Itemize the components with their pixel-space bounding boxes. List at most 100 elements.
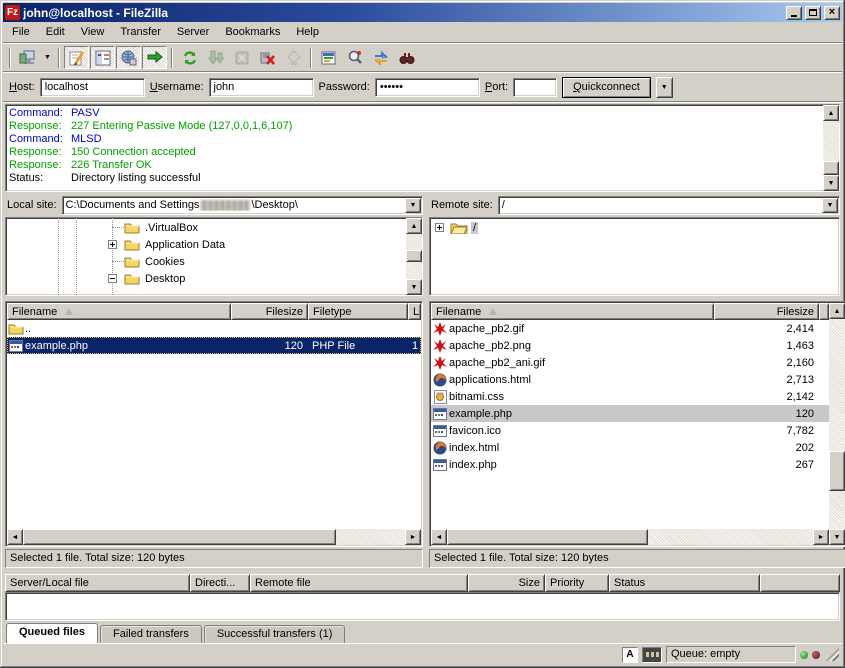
local-horizontal-scrollbar[interactable]: ◄ ► xyxy=(7,529,421,545)
scroll-up-icon[interactable]: ▲ xyxy=(823,105,839,121)
menu-file[interactable]: File xyxy=(4,23,38,41)
tab-failed-transfers[interactable]: Failed transfers xyxy=(100,625,202,643)
tree-item-virtualbox[interactable]: .VirtualBox xyxy=(6,219,406,236)
scroll-left-icon[interactable]: ◄ xyxy=(7,529,23,545)
file-row-parent-dir[interactable]: .. xyxy=(7,320,421,337)
scroll-up-icon[interactable]: ▲ xyxy=(829,303,845,319)
scrollbar-thumb[interactable] xyxy=(406,250,422,262)
menu-edit[interactable]: Edit xyxy=(38,23,73,41)
site-manager-dropdown[interactable]: ▼ xyxy=(41,47,54,68)
toggle-queue-button[interactable] xyxy=(142,46,167,69)
find-files-button[interactable] xyxy=(394,46,419,69)
column-header-filesize[interactable]: Filesize xyxy=(714,303,819,320)
quickconnect-dropdown[interactable]: ▼ xyxy=(656,77,673,98)
tree-item-root[interactable]: / xyxy=(430,219,839,236)
log-scrollbar[interactable]: ▲ ▼ xyxy=(823,105,839,191)
collapse-icon[interactable] xyxy=(108,274,117,283)
tree-item-application-data[interactable]: Application Data xyxy=(6,236,406,253)
column-header-server-local-file[interactable]: Server/Local file xyxy=(5,574,190,592)
file-row[interactable]: apache_pb2_ani.gif 2,160 xyxy=(431,354,829,371)
expand-icon[interactable] xyxy=(435,223,444,232)
column-header-filetype[interactable]: Filetype xyxy=(308,303,408,320)
scroll-right-icon[interactable]: ► xyxy=(813,529,829,545)
file-row-example-php[interactable]: example.php 120 xyxy=(431,405,829,422)
column-header-filesize[interactable]: Filesize xyxy=(231,303,308,320)
scrollbar-thumb[interactable] xyxy=(23,529,336,545)
column-header-direction[interactable]: Directi... xyxy=(190,574,250,592)
column-header-filename[interactable]: Filename xyxy=(7,303,231,320)
file-row-example-php[interactable]: example.php 120 PHP File 1 xyxy=(7,337,421,354)
scrollbar-thumb[interactable] xyxy=(447,529,648,545)
password-label: Password: xyxy=(319,81,370,93)
column-header-filename[interactable]: Filename xyxy=(431,303,714,320)
site-manager-button[interactable] xyxy=(15,46,40,69)
menu-view[interactable]: View xyxy=(73,23,113,41)
quickconnect-button[interactable]: Quickconnect xyxy=(562,77,651,98)
tab-queued-files[interactable]: Queued files xyxy=(6,623,98,643)
tree-item-desktop[interactable]: Desktop xyxy=(6,270,406,287)
toggle-local-tree-button[interactable] xyxy=(90,46,115,69)
menu-bookmarks[interactable]: Bookmarks xyxy=(217,23,288,41)
directory-compare-button[interactable] xyxy=(342,46,367,69)
chevron-down-icon[interactable]: ▼ xyxy=(405,198,421,213)
password-input[interactable]: •••••• xyxy=(375,78,480,97)
cancel-icon xyxy=(234,50,250,66)
username-input[interactable]: john xyxy=(209,78,314,97)
remote-vertical-scrollbar[interactable]: ▲ ▼ xyxy=(829,303,845,545)
file-row[interactable]: apache_pb2.png 1,463 xyxy=(431,337,829,354)
expand-icon[interactable] xyxy=(108,240,117,249)
image-file-icon xyxy=(433,322,447,336)
scrollbar-thumb[interactable] xyxy=(823,161,839,175)
tree-item-cookies[interactable]: Cookies xyxy=(6,253,406,270)
menu-help[interactable]: Help xyxy=(288,23,327,41)
file-row[interactable]: applications.html 2,713 xyxy=(431,371,829,388)
toggle-remote-tree-button[interactable] xyxy=(116,46,141,69)
process-queue-button[interactable] xyxy=(203,46,228,69)
column-header-size[interactable]: Size xyxy=(468,574,545,592)
tab-successful-transfers[interactable]: Successful transfers (1) xyxy=(204,625,346,643)
scroll-up-icon[interactable]: ▲ xyxy=(406,218,422,234)
log-line: Command:MLSD xyxy=(9,133,822,146)
scroll-right-icon[interactable]: ► xyxy=(405,529,421,545)
menu-server[interactable]: Server xyxy=(169,23,217,41)
scroll-down-icon[interactable]: ▼ xyxy=(823,175,839,191)
close-icon: × xyxy=(829,7,835,18)
port-input[interactable] xyxy=(513,78,557,97)
synchronized-browsing-button[interactable] xyxy=(368,46,393,69)
column-header-remote-file[interactable]: Remote file xyxy=(250,574,468,592)
column-header-status[interactable]: Status xyxy=(609,574,760,592)
file-row[interactable]: apache_pb2.gif 2,414 xyxy=(431,320,829,337)
scroll-down-icon[interactable]: ▼ xyxy=(829,529,845,545)
local-site-combo[interactable]: C:\Documents and Settings\Desktop\ ▼ xyxy=(62,196,423,215)
folder-icon xyxy=(124,238,140,251)
chevron-down-icon[interactable]: ▼ xyxy=(822,198,838,213)
toggle-message-log-button[interactable] xyxy=(64,46,89,69)
file-row[interactable]: favicon.ico 7,782 xyxy=(431,422,829,439)
scroll-down-icon[interactable]: ▼ xyxy=(406,279,422,295)
column-header-priority[interactable]: Priority xyxy=(545,574,609,592)
local-tree-icon xyxy=(95,50,111,66)
scrollbar-thumb[interactable] xyxy=(829,451,845,491)
local-tree-scrollbar[interactable]: ▲ ▼ xyxy=(406,218,422,295)
minimize-button[interactable] xyxy=(786,6,802,20)
file-row[interactable]: bitnami.css 2,142 xyxy=(431,388,829,405)
disconnect-button[interactable] xyxy=(255,46,280,69)
remote-site-combo[interactable]: / ▼ xyxy=(498,196,840,215)
directory-filter-button[interactable] xyxy=(316,46,341,69)
cancel-operation-button[interactable] xyxy=(229,46,254,69)
close-button[interactable]: × xyxy=(824,6,840,20)
menu-transfer[interactable]: Transfer xyxy=(112,23,169,41)
maximize-button[interactable] xyxy=(805,6,821,20)
column-header-last-modified[interactable]: L xyxy=(408,303,421,320)
host-input[interactable]: localhost xyxy=(40,78,145,97)
refresh-button[interactable] xyxy=(177,46,202,69)
scroll-left-icon[interactable]: ◄ xyxy=(431,529,447,545)
resize-grip[interactable] xyxy=(826,648,839,661)
remote-horizontal-scrollbar[interactable]: ◄ ► xyxy=(431,529,829,545)
css-file-icon xyxy=(434,390,447,404)
certificate-icon xyxy=(286,50,302,66)
certificate-button[interactable] xyxy=(281,46,306,69)
file-row[interactable]: index.html 202 xyxy=(431,439,829,456)
remote-status-text: Selected 1 file. Total size: 120 bytes xyxy=(429,549,845,568)
file-row[interactable]: index.php 267 xyxy=(431,456,829,473)
